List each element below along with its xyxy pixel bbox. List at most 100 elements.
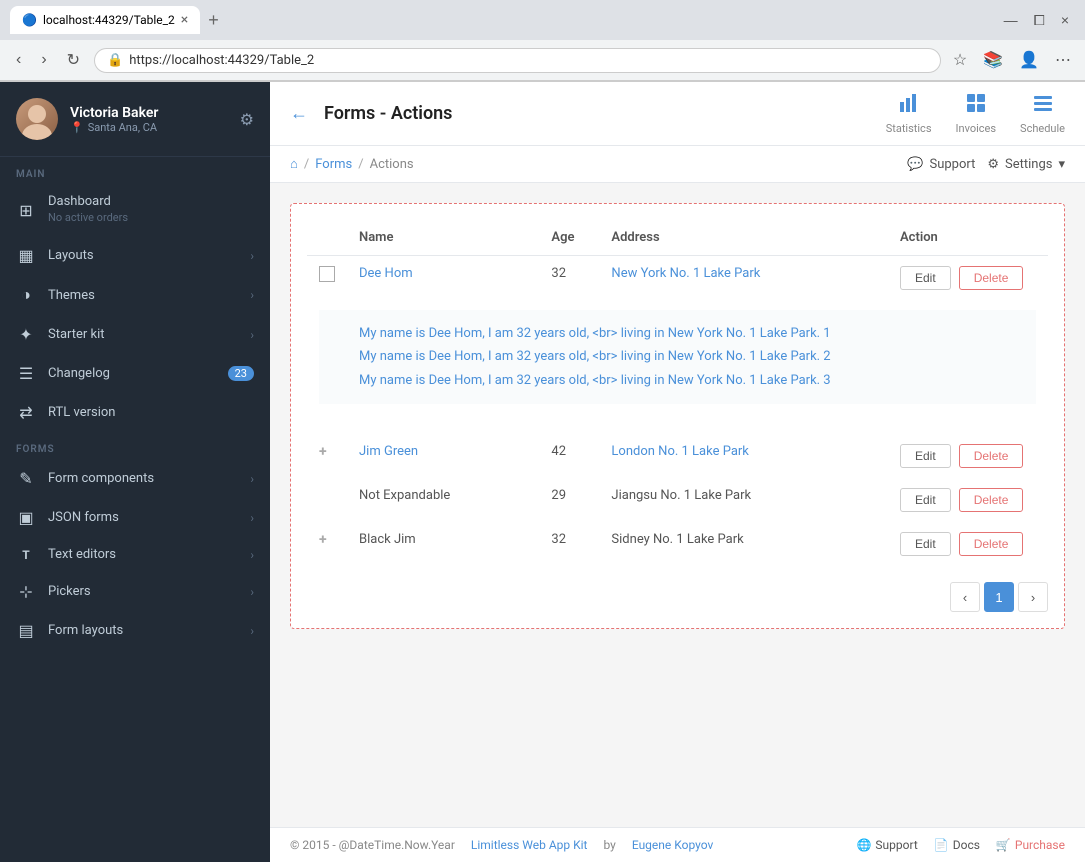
row-name-link[interactable]: Dee Hom: [359, 266, 413, 281]
sidebar-item-changelog[interactable]: ☰ Changelog 23: [0, 354, 270, 393]
row-age-cell: 32: [539, 256, 599, 301]
row-address-cell: Sidney No. 1 Lake Park: [599, 522, 888, 566]
row-name-cell: Dee Hom: [347, 256, 539, 301]
sidebar-item-rtl[interactable]: ⇄ RTL version: [0, 393, 270, 432]
changelog-icon: ☰: [16, 364, 36, 383]
edit-button[interactable]: Edit: [900, 266, 951, 290]
menu-button[interactable]: ⋯: [1051, 46, 1075, 74]
breadcrumb-forms-link[interactable]: Forms: [315, 157, 352, 172]
support-button[interactable]: 💬 Support: [907, 157, 975, 172]
table-header-name: Name: [347, 220, 539, 256]
sidebar-item-json-forms[interactable]: ▣ JSON forms ›: [0, 498, 270, 537]
page-title: Forms - Actions: [324, 103, 870, 124]
expanded-content: My name is Dee Hom, I am 32 years old, <…: [319, 310, 1036, 404]
sidebar-user: Victoria Baker 📍 Santa Ana, CA ⚙: [0, 82, 270, 157]
refresh-button[interactable]: ↻: [61, 48, 86, 72]
footer-purchase-item[interactable]: 🛒 Purchase: [996, 838, 1065, 852]
delete-button[interactable]: Delete: [959, 488, 1024, 512]
tab-close-button[interactable]: ×: [181, 12, 188, 28]
bookmark-star-button[interactable]: ☆: [949, 46, 971, 74]
form-components-icon: ✎: [16, 469, 36, 488]
schedule-label: Schedule: [1020, 122, 1065, 135]
back-nav-button[interactable]: ‹: [10, 49, 27, 71]
sidebar-item-json-forms-label: JSON forms: [48, 510, 238, 525]
row-expand-icon[interactable]: +: [319, 444, 327, 460]
delete-button[interactable]: Delete: [959, 532, 1024, 556]
settings-button[interactable]: ⚙ Settings ▾: [987, 157, 1065, 172]
delete-button[interactable]: Delete: [959, 266, 1024, 290]
restore-button[interactable]: ⧠: [1028, 10, 1051, 31]
row-address-link[interactable]: London No. 1 Lake Park: [611, 444, 748, 459]
minimize-button[interactable]: —: [998, 10, 1024, 31]
changelog-badge: 23: [228, 366, 254, 381]
footer-docs-item[interactable]: 📄 Docs: [934, 838, 980, 852]
sidebar-item-text-editors[interactable]: T Text editors ›: [0, 537, 270, 572]
row-expand-cell[interactable]: +: [307, 434, 347, 478]
sidebar-item-form-layouts-label: Form layouts: [48, 623, 238, 638]
rtl-icon: ⇄: [16, 403, 36, 422]
row-checkbox[interactable]: [319, 266, 335, 282]
browser-tab[interactable]: 🔵 localhost:44329/Table_2 ×: [10, 6, 200, 34]
row-address-cell: Jiangsu No. 1 Lake Park: [599, 478, 888, 522]
breadcrumb-bar: ⌂ / Forms / Actions 💬 Support ⚙ Settings…: [270, 146, 1085, 183]
statistics-action[interactable]: Statistics: [886, 92, 932, 135]
sidebar-item-starter-kit[interactable]: ✦ Starter kit ›: [0, 315, 270, 354]
edit-button[interactable]: Edit: [900, 532, 951, 556]
profile-button[interactable]: 👤: [1015, 46, 1043, 74]
data-table: Name Age Address Action: [307, 220, 1048, 566]
next-page-button[interactable]: ›: [1018, 582, 1048, 612]
delete-button[interactable]: Delete: [959, 444, 1024, 468]
sidebar-item-pickers[interactable]: ⊹ Pickers ›: [0, 572, 270, 611]
close-button[interactable]: ×: [1055, 10, 1075, 31]
row-action-cell: Edit Delete: [888, 522, 1048, 566]
row-checkbox-cell[interactable]: [307, 256, 347, 301]
sidebar-item-pickers-label: Pickers: [48, 584, 238, 599]
expanded-line-2[interactable]: My name is Dee Hom, I am 32 years old, <…: [359, 345, 996, 368]
sidebar-item-starter-kit-label: Starter kit: [48, 327, 238, 342]
reading-list-button[interactable]: 📚: [979, 46, 1007, 74]
table-row: Not Expandable 29 Jiangsu No. 1 Lake Par…: [307, 478, 1048, 522]
action-buttons: Edit Delete: [900, 266, 1036, 290]
footer-author-link[interactable]: Eugene Kopyov: [632, 838, 713, 852]
row-action-cell: Edit Delete: [888, 478, 1048, 522]
sidebar-item-layouts[interactable]: ▦ Layouts ›: [0, 236, 270, 275]
table-row: + Black Jim 32 Sidney No. 1 Lake Park: [307, 522, 1048, 566]
page-1-button[interactable]: 1: [984, 582, 1014, 612]
row-expand-cell[interactable]: +: [307, 522, 347, 566]
expanded-line-3[interactable]: My name is Dee Hom, I am 32 years old, <…: [359, 369, 996, 392]
starter-kit-icon: ✦: [16, 325, 36, 344]
support-label: Support: [929, 157, 975, 172]
sidebar-item-dashboard[interactable]: ⊞ Dashboard No active orders: [0, 184, 270, 236]
user-name: Victoria Baker: [70, 105, 228, 121]
header-actions: Statistics Invoices: [886, 92, 1065, 135]
new-tab-button[interactable]: +: [208, 10, 219, 31]
row-address-cell: London No. 1 Lake Park: [599, 434, 888, 478]
settings-gear-icon[interactable]: ⚙: [240, 110, 254, 129]
row-name-link[interactable]: Jim Green: [359, 444, 418, 459]
row-expand-icon[interactable]: +: [319, 532, 327, 548]
row-address-link[interactable]: New York No. 1 Lake Park: [611, 266, 760, 281]
footer-docs-icon: 📄: [934, 838, 949, 852]
footer-support-item[interactable]: 🌐 Support: [856, 838, 917, 852]
footer-brand-link[interactable]: Limitless Web App Kit: [471, 838, 588, 852]
browser-chrome: 🔵 localhost:44329/Table_2 × + — ⧠ × ‹ › …: [0, 0, 1085, 82]
back-button[interactable]: ←: [290, 103, 308, 124]
row-expand-cell: [307, 478, 347, 522]
app-container: Victoria Baker 📍 Santa Ana, CA ⚙ MAIN ⊞ …: [0, 82, 1085, 862]
row-name-text: Not Expandable: [359, 488, 450, 503]
url-bar[interactable]: 🔒 https://localhost:44329/Table_2: [94, 48, 941, 73]
edit-button[interactable]: Edit: [900, 488, 951, 512]
invoices-action[interactable]: Invoices: [956, 92, 997, 135]
sidebar-item-dashboard-label: Dashboard: [48, 194, 254, 209]
edit-button[interactable]: Edit: [900, 444, 951, 468]
sidebar-item-themes[interactable]: ◑ Themes ›: [0, 275, 270, 315]
expanded-line-1[interactable]: My name is Dee Hom, I am 32 years old, <…: [359, 322, 996, 345]
sidebar-item-rtl-label: RTL version: [48, 405, 254, 420]
breadcrumb-home-icon[interactable]: ⌂: [290, 156, 298, 172]
prev-page-button[interactable]: ‹: [950, 582, 980, 612]
sidebar-item-form-components[interactable]: ✎ Form components ›: [0, 459, 270, 498]
sidebar-item-form-layouts[interactable]: ▤ Form layouts ›: [0, 611, 270, 650]
schedule-action[interactable]: Schedule: [1020, 92, 1065, 135]
forward-nav-button[interactable]: ›: [35, 49, 52, 71]
form-layouts-arrow-icon: ›: [250, 624, 254, 638]
